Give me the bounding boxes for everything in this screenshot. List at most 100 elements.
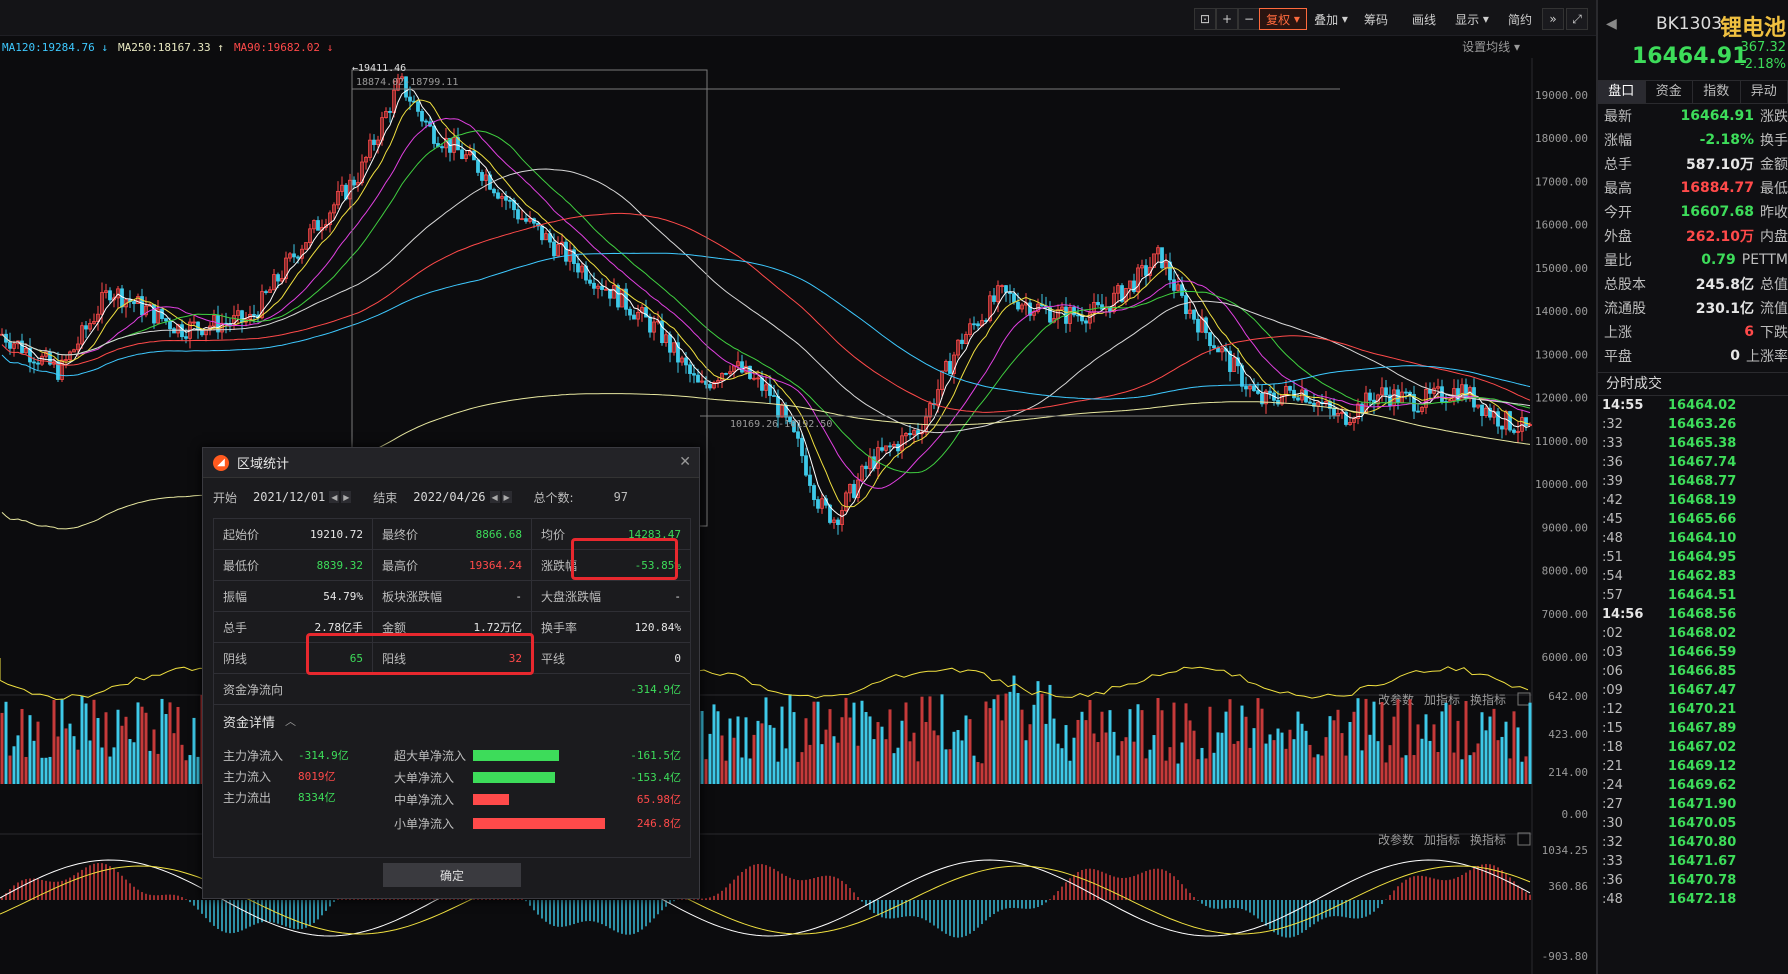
price-tick: 14000.00 xyxy=(1535,305,1588,318)
candle-body xyxy=(164,318,168,322)
fund-detail-toggle[interactable]: 资金详情 ︿ xyxy=(214,705,690,737)
volume-bar xyxy=(1012,675,1016,784)
ma-legend-item: MA120:19284.76 ↓ xyxy=(2,40,108,54)
volume-bar xyxy=(1464,701,1468,784)
volume-bar xyxy=(1336,709,1340,784)
volume-bar xyxy=(748,758,752,784)
quote-tab[interactable]: 盘口 xyxy=(1598,81,1646,103)
diejia-dropdown[interactable]: 叠加 ▾ xyxy=(1309,8,1353,30)
volume-bar xyxy=(1024,740,1028,784)
quote-value: 16607.68 xyxy=(1680,204,1754,220)
quote-value: -2.18% xyxy=(1699,132,1754,148)
quote-value: 245.8亿 xyxy=(1695,277,1754,293)
candle-body xyxy=(1480,404,1484,417)
start-label: 开始 xyxy=(213,490,238,505)
candle-body xyxy=(796,431,800,439)
chouma-button[interactable]: 筹码 xyxy=(1356,8,1396,30)
unlock-icon[interactable]: ⊡ xyxy=(1194,8,1216,30)
fullscreen-icon[interactable]: ⤢ xyxy=(1566,8,1588,30)
price-tick: 7000.00 xyxy=(1542,608,1588,621)
candle-body xyxy=(8,341,12,349)
tick-row: :33 16465.38 xyxy=(1598,434,1788,453)
start-date[interactable]: 2021/12/01 xyxy=(253,490,325,504)
tick-price: 16466.59 xyxy=(1668,645,1737,660)
candle-body xyxy=(1160,247,1164,269)
end-prev-icon[interactable]: ◀ xyxy=(489,491,500,503)
candle-body xyxy=(708,384,712,389)
quote-value: 0 xyxy=(1730,348,1740,364)
volume-bar xyxy=(916,761,920,784)
volume-bar xyxy=(84,703,88,784)
candle-body xyxy=(1440,386,1444,402)
candle-body xyxy=(1368,392,1372,401)
fuquan-dropdown[interactable]: 复权 ▾ xyxy=(1259,8,1307,30)
volume-bar xyxy=(732,737,736,784)
fund-right-value: 65.98亿 xyxy=(636,793,681,806)
zoom-in-icon[interactable]: + xyxy=(1216,8,1238,30)
zoom-out-icon[interactable]: − xyxy=(1238,8,1260,30)
high-marker-label: ←19411.46 xyxy=(352,63,406,74)
volume-bar xyxy=(908,741,912,784)
volume-bar xyxy=(1412,755,1416,784)
volume-bar xyxy=(1400,757,1404,784)
set-ma-button[interactable]: 设置均线 ▾ xyxy=(1462,38,1520,55)
quote-tab[interactable]: 异动 xyxy=(1741,81,1788,103)
volume-bar xyxy=(1192,730,1196,784)
volume-bar xyxy=(992,699,996,784)
collapse-arrow-icon[interactable]: ◀ xyxy=(1606,16,1617,32)
volume-bar xyxy=(1372,701,1376,784)
volume-bar xyxy=(1312,757,1316,784)
volume-bar xyxy=(1260,708,1264,784)
tick-time: :42 xyxy=(1602,493,1623,508)
volume-tick: 642.00 xyxy=(1548,690,1588,703)
volume-bar xyxy=(852,702,856,784)
range-top-label: 18874.02-18799.11 xyxy=(356,77,458,88)
price-tick: 6000.00 xyxy=(1542,651,1588,664)
end-date[interactable]: 2022/04/26 xyxy=(413,490,485,504)
tick-price: 16465.66 xyxy=(1668,512,1737,527)
volume-bar xyxy=(1456,720,1460,784)
volume-bar xyxy=(1212,752,1216,784)
volume-bar xyxy=(700,711,704,784)
volume-bar xyxy=(196,756,200,784)
start-prev-icon[interactable]: ◀ xyxy=(329,491,340,503)
volume-bar xyxy=(1044,723,1048,784)
candle-body xyxy=(852,483,856,498)
volume-bar xyxy=(1404,755,1408,784)
candle-body xyxy=(296,256,300,259)
stats-value: 19210.72 xyxy=(310,527,363,541)
tick-price: 16467.89 xyxy=(1668,721,1737,736)
jianyue-button[interactable]: 简约 xyxy=(1500,8,1540,30)
confirm-button[interactable]: 确定 xyxy=(383,863,521,887)
volume-bar xyxy=(1444,702,1448,784)
volume-bar xyxy=(1520,761,1524,784)
quote-tab[interactable]: 指数 xyxy=(1693,81,1741,103)
quote-tab[interactable]: 资金 xyxy=(1646,81,1693,103)
jianyue-label: 简约 xyxy=(1507,12,1532,27)
volume-bar xyxy=(832,736,836,784)
candle-body xyxy=(1084,320,1088,324)
volume-bar xyxy=(1232,743,1236,784)
close-icon[interactable]: ✕ xyxy=(679,454,691,470)
volume-bar xyxy=(1084,720,1088,784)
volume-bar xyxy=(1500,736,1504,784)
volume-bar xyxy=(788,694,792,784)
volume-bar xyxy=(1208,706,1212,784)
volume-bar xyxy=(1184,703,1188,784)
candle-body xyxy=(588,279,592,284)
xianshi-dropdown[interactable]: 显示 ▾ xyxy=(1450,8,1494,30)
end-next-icon[interactable]: ▶ xyxy=(501,491,512,503)
quote-key-2: 最低 xyxy=(1760,181,1788,197)
volume-bar xyxy=(924,722,928,784)
tick-price: 16464.51 xyxy=(1668,588,1737,603)
range-bottom-label: 10169.26-10192.50 xyxy=(730,419,832,430)
candle-body xyxy=(1276,399,1280,405)
volume-bar xyxy=(1040,693,1044,784)
huaxian-button[interactable]: 画线 xyxy=(1404,8,1444,30)
start-next-icon[interactable]: ▶ xyxy=(341,491,352,503)
volume-tick: 214.00 xyxy=(1548,766,1588,779)
volume-bar xyxy=(1144,758,1148,784)
fast-forward-icon[interactable]: » xyxy=(1542,8,1564,30)
volume-bar xyxy=(104,712,108,784)
candle-body xyxy=(160,308,164,319)
